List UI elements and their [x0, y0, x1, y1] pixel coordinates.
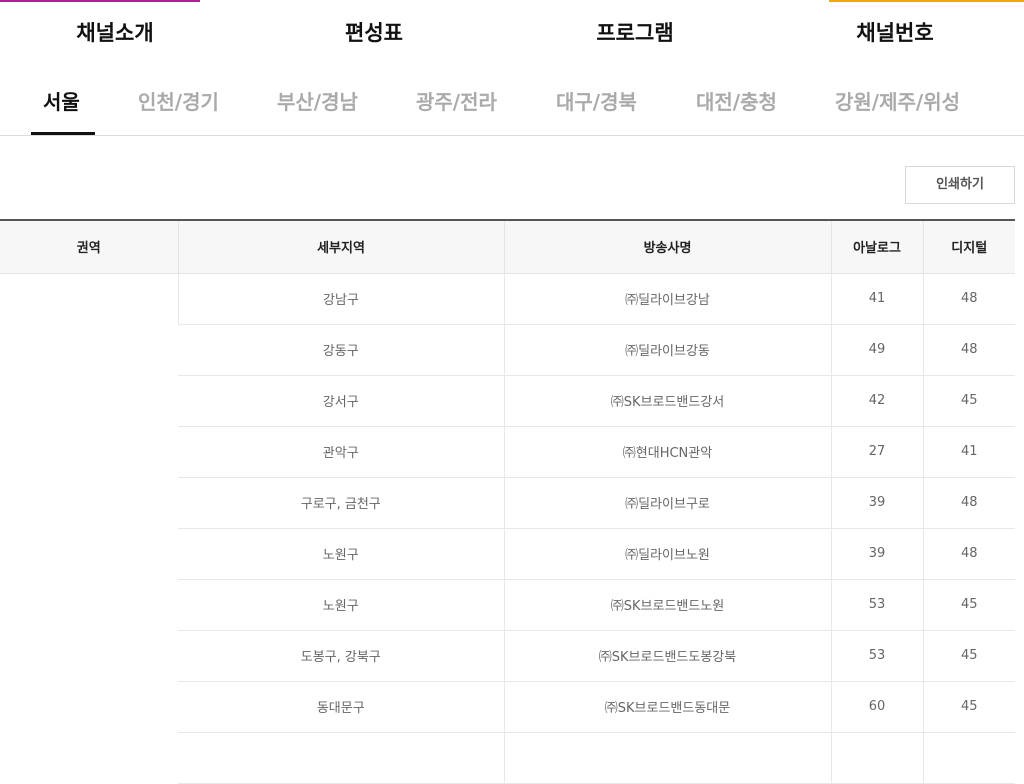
district-cell: 관악구 — [178, 426, 504, 478]
broadcaster-cell: ㈜딜라이브강남 — [503, 273, 831, 325]
district-cell: 강남구 — [177, 273, 504, 325]
tab-incheon-gyeonggi[interactable]: 인천/경기 — [138, 88, 219, 116]
broadcaster-cell: ㈜딜라이브강동 — [503, 324, 831, 376]
header-analog: 아날로그 — [830, 220, 923, 274]
broadcaster-cell — [503, 732, 831, 784]
active-accent-bar-right — [829, 0, 1024, 2]
analog-cell: 53 — [830, 579, 923, 631]
digital-cell: 45 — [922, 579, 1015, 631]
tab-daejeon-chungcheong[interactable]: 대전/충청 — [696, 88, 777, 116]
district-cell: 도봉구, 강북구 — [178, 630, 504, 682]
header-digital: 디지털 — [922, 220, 1015, 274]
tab-busan-gyeongnam[interactable]: 부산/경남 — [277, 88, 358, 116]
active-accent-bar-left — [0, 0, 200, 2]
nav-channel-intro[interactable]: 채널소개 — [15, 19, 215, 47]
district-cell — [178, 732, 504, 784]
digital-cell: 45 — [922, 375, 1015, 427]
digital-cell: 48 — [922, 324, 1015, 376]
tab-gangwon-jeju-satellite[interactable]: 강원/제주/위성 — [835, 88, 960, 116]
analog-cell: 39 — [830, 528, 923, 580]
nav-programs[interactable]: 프로그램 — [535, 19, 735, 47]
broadcaster-cell: ㈜현대HCN관악 — [503, 426, 831, 478]
broadcaster-cell: ㈜SK브로드밴드동대문 — [503, 681, 831, 733]
analog-cell: 60 — [830, 681, 923, 733]
district-cell: 노원구 — [178, 579, 504, 631]
header-area: 권역 — [0, 220, 178, 274]
broadcaster-cell: ㈜SK브로드밴드강서 — [503, 375, 831, 427]
district-cell: 동대문구 — [178, 681, 504, 733]
tab-seoul[interactable]: 서울 — [43, 88, 80, 116]
analog-cell: 42 — [830, 375, 923, 427]
analog-cell: 49 — [830, 324, 923, 376]
table-header-row: 권역 세부지역 방송사명 아날로그 디지털 — [0, 220, 1015, 274]
channel-number-table: 권역 세부지역 방송사명 아날로그 디지털 강남구 ㈜딜라이브강남 41 48 … — [0, 219, 1015, 784]
area-cell — [0, 273, 178, 783]
digital-cell: 48 — [922, 273, 1015, 325]
district-cell: 강동구 — [178, 324, 504, 376]
header-broadcaster: 방송사명 — [503, 220, 831, 274]
analog-cell: 27 — [830, 426, 923, 478]
digital-cell: 41 — [922, 426, 1015, 478]
tab-daegu-gyeongbuk[interactable]: 대구/경북 — [556, 88, 637, 116]
nav-channel-numbers[interactable]: 채널번호 — [795, 19, 995, 47]
broadcaster-cell: ㈜딜라이브구로 — [503, 477, 831, 529]
analog-cell: 39 — [830, 477, 923, 529]
district-cell: 노원구 — [178, 528, 504, 580]
header-district: 세부지역 — [177, 220, 504, 274]
broadcaster-cell: ㈜딜라이브노원 — [503, 528, 831, 580]
digital-cell: 45 — [922, 681, 1015, 733]
digital-cell: 45 — [922, 630, 1015, 682]
analog-cell: 53 — [830, 630, 923, 682]
active-tab-underline — [31, 132, 95, 135]
digital-cell: 48 — [922, 477, 1015, 529]
digital-cell: 48 — [922, 528, 1015, 580]
district-cell: 구로구, 금천구 — [178, 477, 504, 529]
region-tabs: 서울 인천/경기 부산/경남 광주/전라 대구/경북 대전/충청 강원/제주/위… — [0, 66, 1024, 136]
print-button[interactable]: 인쇄하기 — [905, 166, 1015, 204]
tab-gwangju-jeolla[interactable]: 광주/전라 — [416, 88, 497, 116]
analog-cell: 41 — [830, 273, 923, 325]
table-row: 강남구 ㈜딜라이브강남 41 48 — [0, 273, 1015, 325]
analog-cell — [830, 732, 923, 784]
broadcaster-cell: ㈜SK브로드밴드노원 — [503, 579, 831, 631]
top-navigation: 채널소개 편성표 프로그램 채널번호 — [0, 0, 1024, 66]
digital-cell — [922, 732, 1015, 784]
nav-schedule[interactable]: 편성표 — [274, 19, 474, 47]
broadcaster-cell: ㈜SK브로드밴드도봉강북 — [503, 630, 831, 682]
district-cell: 강서구 — [178, 375, 504, 427]
